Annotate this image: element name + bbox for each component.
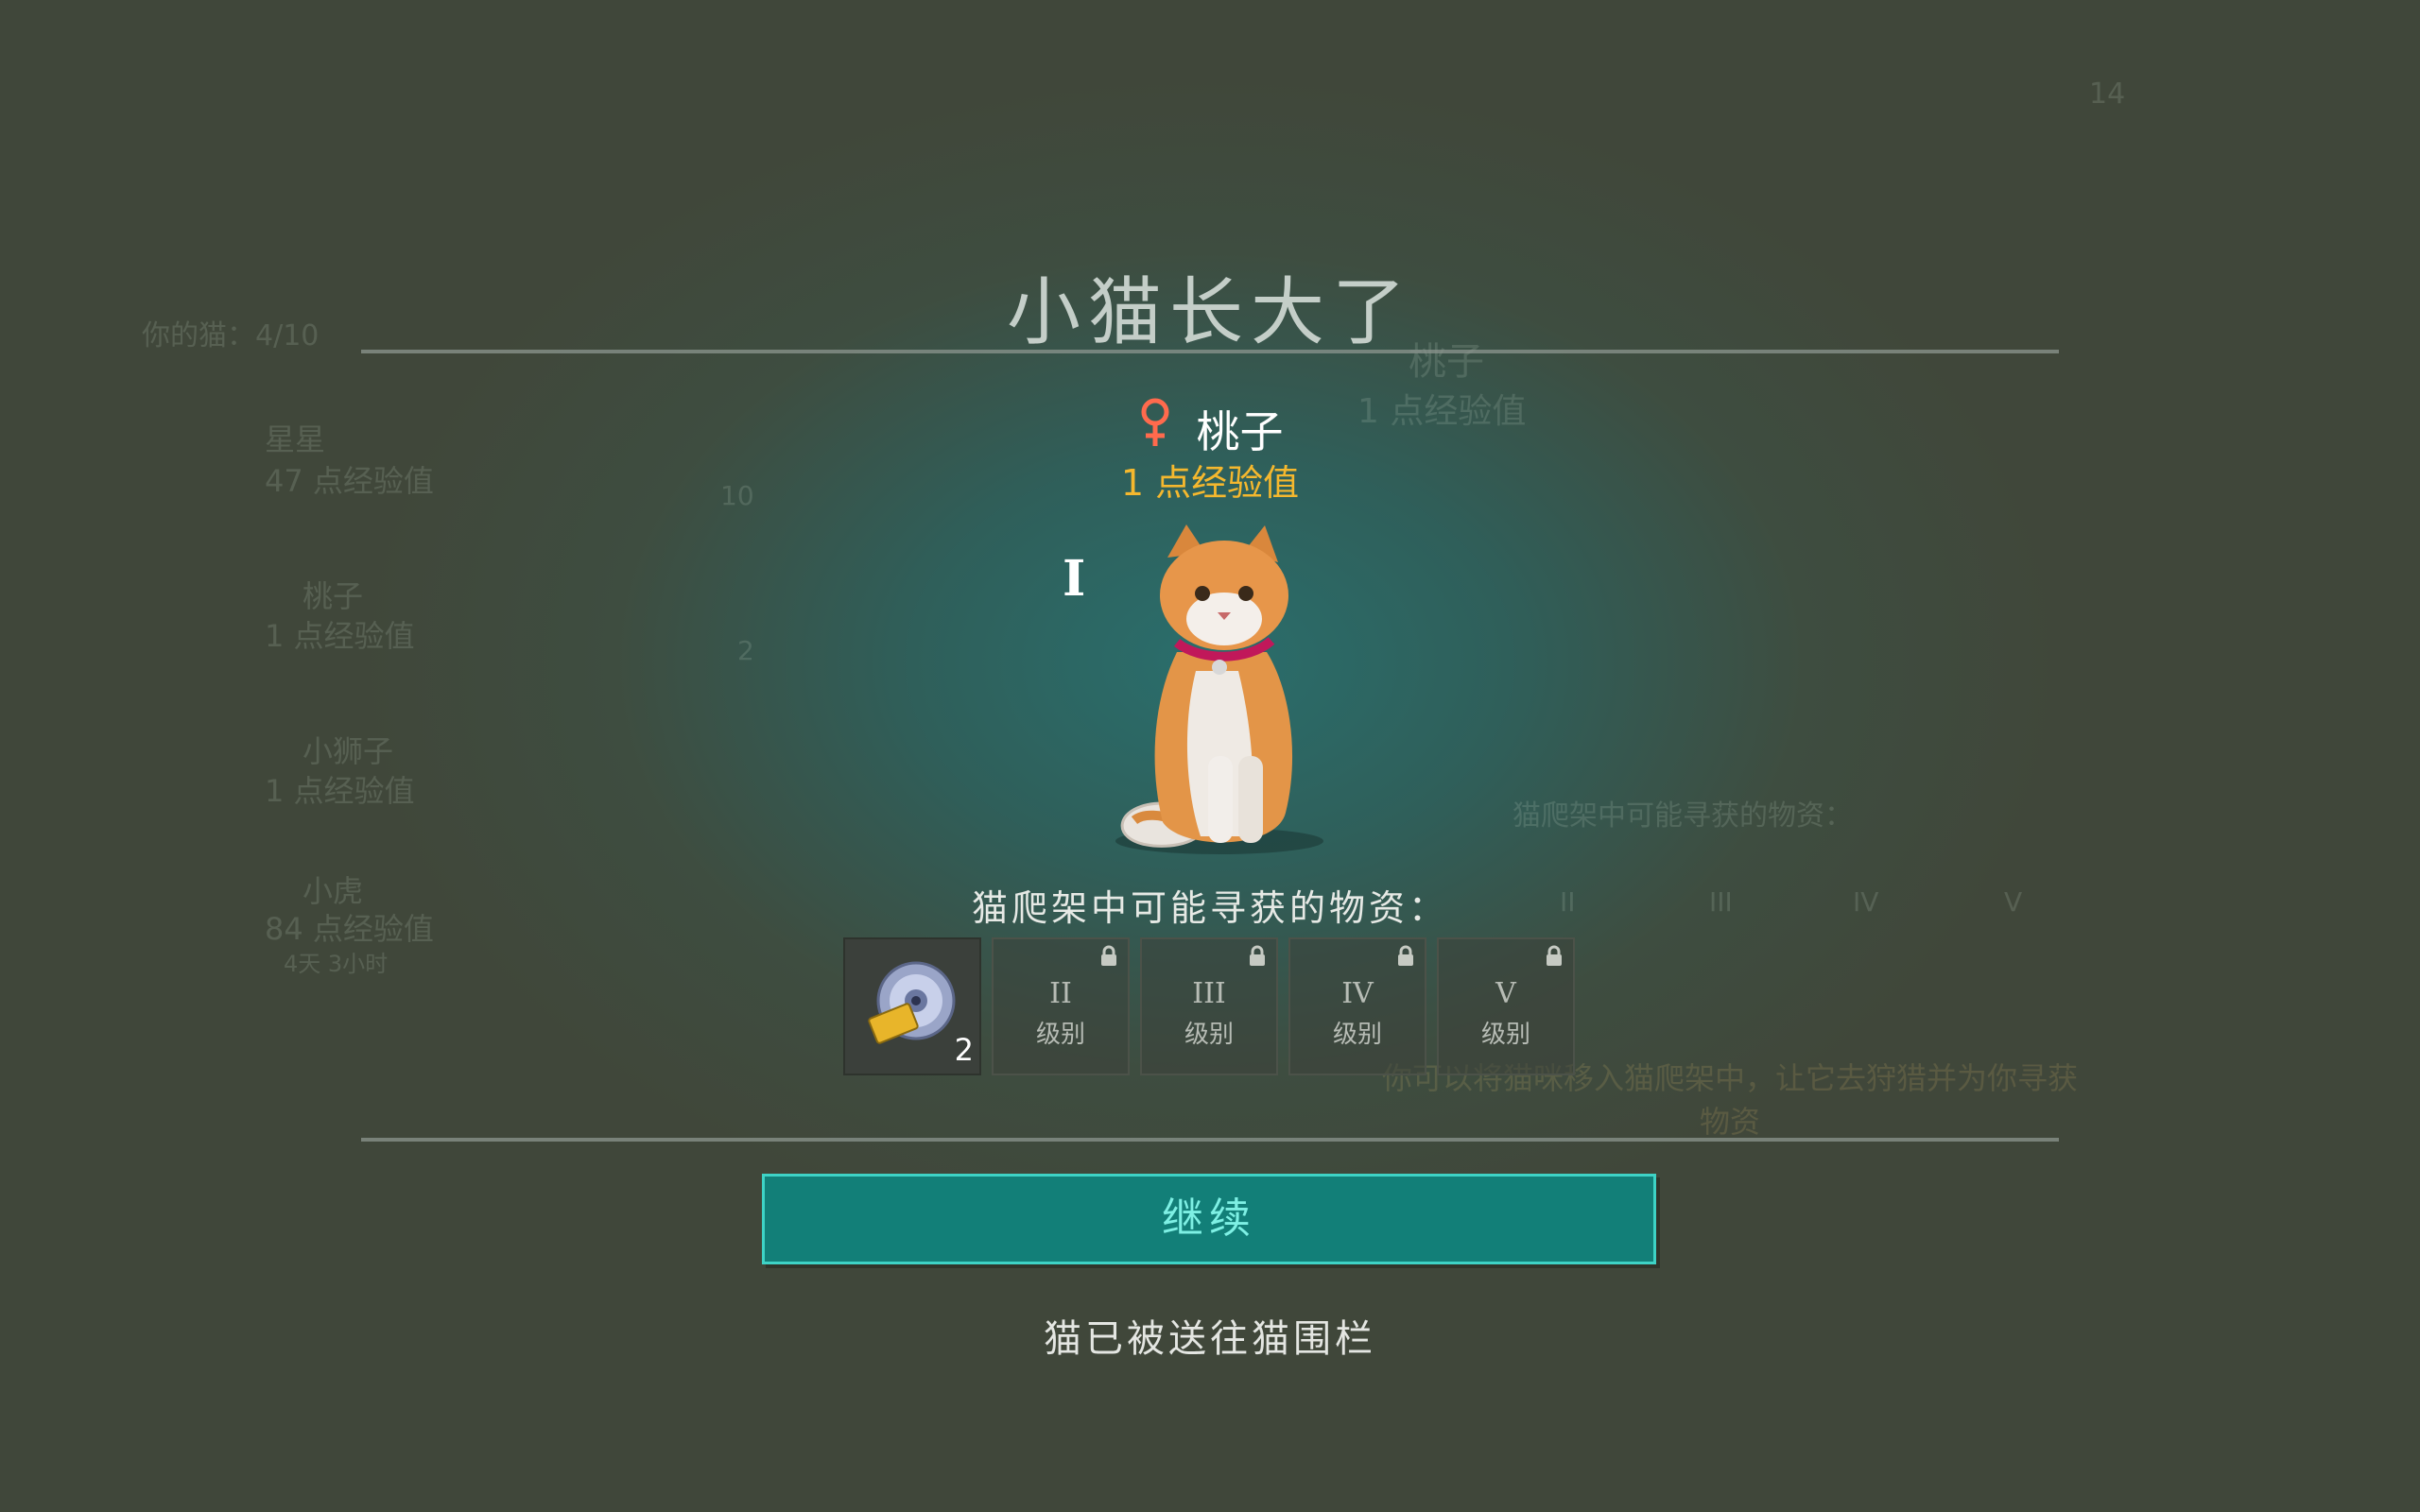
loot-slot-4: IV 级别 <box>1288 937 1426 1075</box>
cat-name-row: 桃子 <box>0 397 2420 460</box>
slot-level-roman: III <box>1192 977 1226 1010</box>
top-divider <box>361 350 2059 353</box>
lock-icon <box>1547 945 1562 966</box>
slot-level-label: 级别 <box>1035 1021 1085 1049</box>
loot-slot-1[interactable]: 2 <box>843 937 981 1075</box>
slot-level-roman: II <box>1049 977 1072 1010</box>
slot-level-roman: V <box>1495 977 1516 1010</box>
loot-item-count: 2 <box>954 1032 974 1068</box>
text-cursor-icon: I <box>1063 550 1086 608</box>
kitten-grown-dialog: 小猫长大了 桃子 1 点经验值 I 猫爬架中可能寻获的物资： 2 II 级别 I… <box>0 0 2420 1512</box>
loot-slots: 2 II 级别 III 级别 IV 级别 V 级别 <box>843 937 1579 1075</box>
disc-item-icon <box>868 961 956 1044</box>
bottom-divider <box>361 1138 2059 1142</box>
lock-icon <box>1101 945 1116 966</box>
continue-button[interactable]: 继续 <box>762 1174 1656 1264</box>
dialog-title: 小猫长大了 <box>1006 270 1413 355</box>
slot-level-label: 级别 <box>1480 1021 1530 1049</box>
slot-level-label: 级别 <box>1184 1021 1234 1049</box>
status-message: 猫已被送往猫围栏 <box>1044 1317 1376 1361</box>
female-icon <box>1136 397 1174 460</box>
lock-icon <box>1398 945 1413 966</box>
slot-level-roman: IV <box>1341 977 1374 1010</box>
cat-name: 桃子 <box>1196 405 1284 457</box>
lock-icon <box>1250 945 1265 966</box>
loot-title: 猫爬架中可能寻获的物资： <box>971 887 1448 929</box>
cat-illustration <box>1115 524 1323 854</box>
loot-slot-3: III 级别 <box>1140 937 1278 1075</box>
loot-slot-5: V 级别 <box>1437 937 1575 1075</box>
loot-slot-2: II 级别 <box>992 937 1130 1075</box>
slot-level-label: 级别 <box>1332 1021 1382 1049</box>
cat-experience: 1 点经验值 <box>1120 462 1300 504</box>
